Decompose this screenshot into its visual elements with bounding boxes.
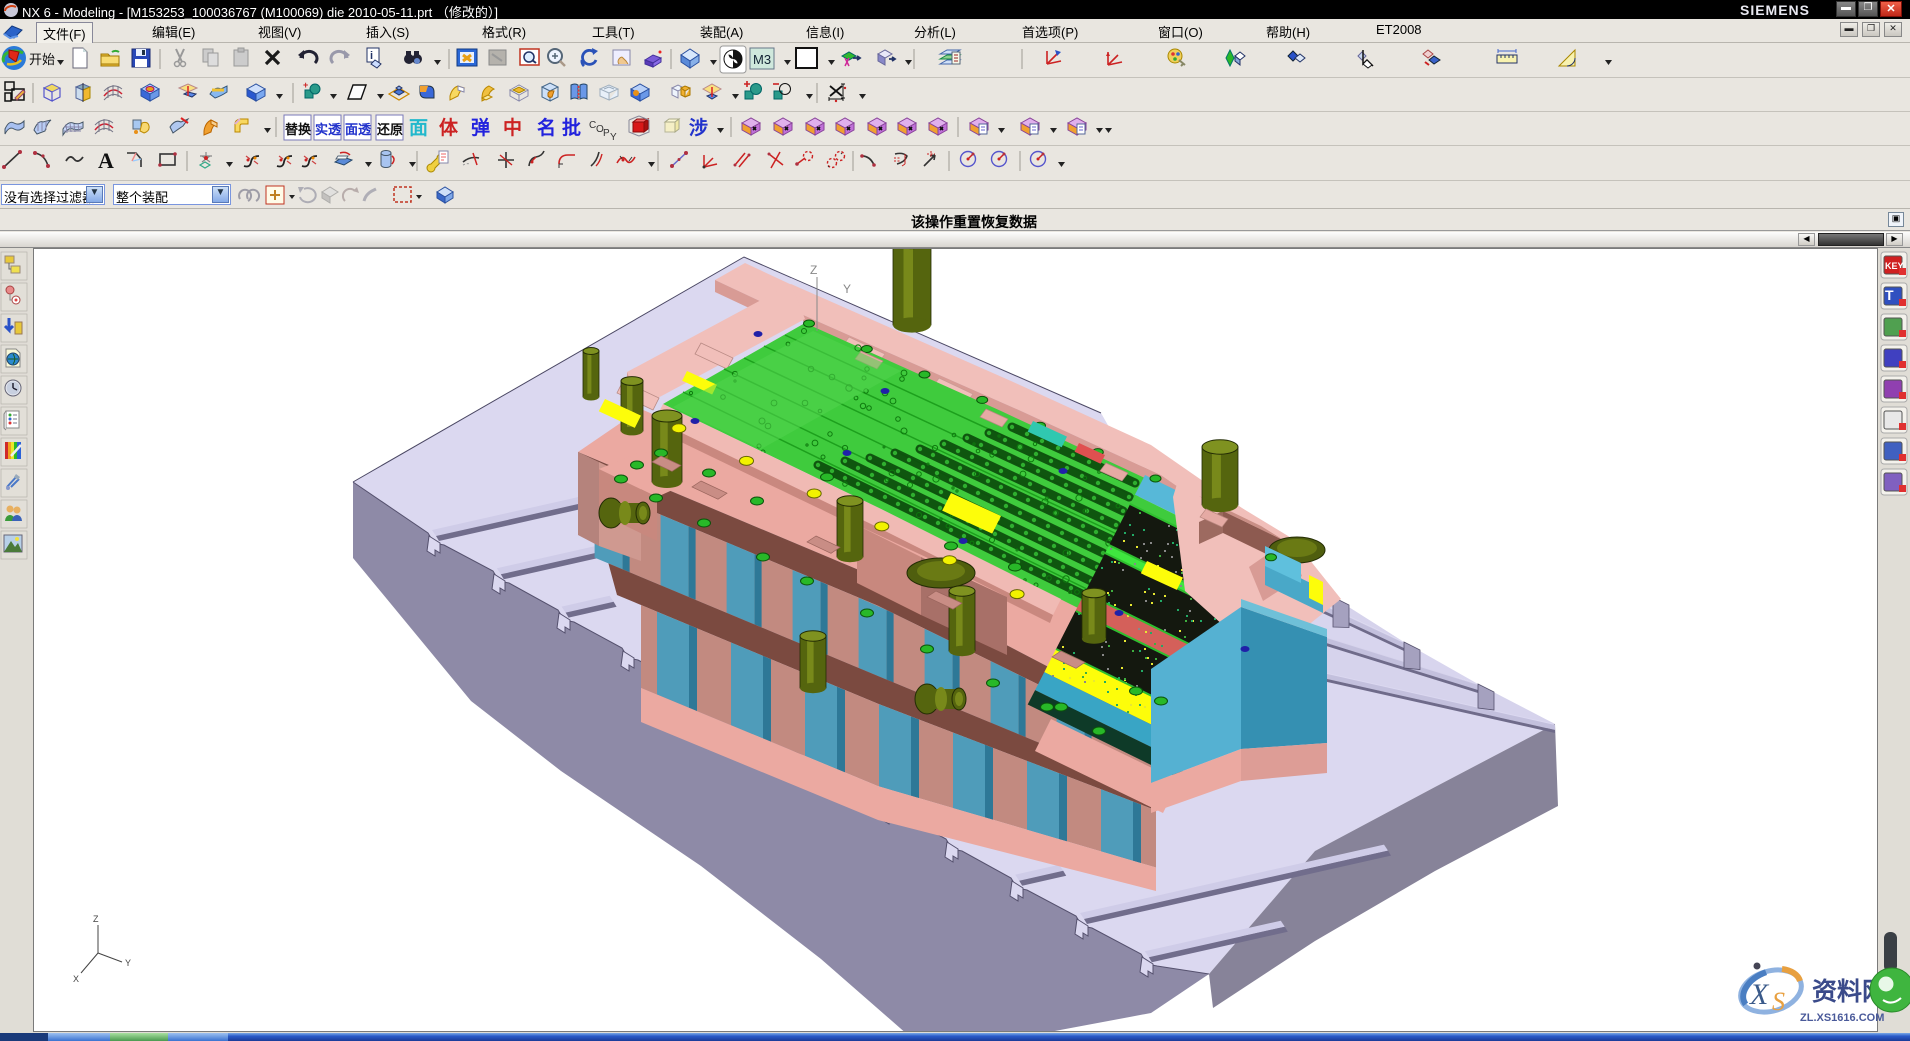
svg-text:+: +	[303, 80, 308, 90]
svg-text:M3: M3	[753, 52, 771, 67]
svg-text:面: 面	[409, 118, 428, 139]
svg-text:体: 体	[439, 116, 459, 139]
svg-text:i: i	[370, 50, 373, 62]
svg-text:弹: 弹	[471, 116, 490, 139]
svg-text:S: S	[1772, 987, 1785, 1016]
svg-text:X: X	[1749, 978, 1770, 1011]
svg-text:开始: 开始	[29, 52, 55, 67]
svg-text:Y: Y	[610, 132, 617, 143]
svg-text:T: T	[1885, 287, 1894, 303]
svg-text:还原: 还原	[376, 122, 403, 137]
svg-text:ZL.XS1616.COM: ZL.XS1616.COM	[1800, 1012, 1884, 1024]
svg-text:面透: 面透	[345, 122, 371, 137]
svg-text:批: 批	[562, 117, 581, 139]
svg-text:替换: 替换	[285, 122, 312, 137]
svg-text:P: P	[603, 128, 610, 139]
svg-text:中: 中	[503, 116, 522, 139]
svg-text:涉: 涉	[689, 116, 708, 139]
svg-text:名: 名	[537, 116, 556, 139]
svg-text:实透: 实透	[315, 122, 341, 137]
svg-text:A: A	[98, 148, 114, 173]
